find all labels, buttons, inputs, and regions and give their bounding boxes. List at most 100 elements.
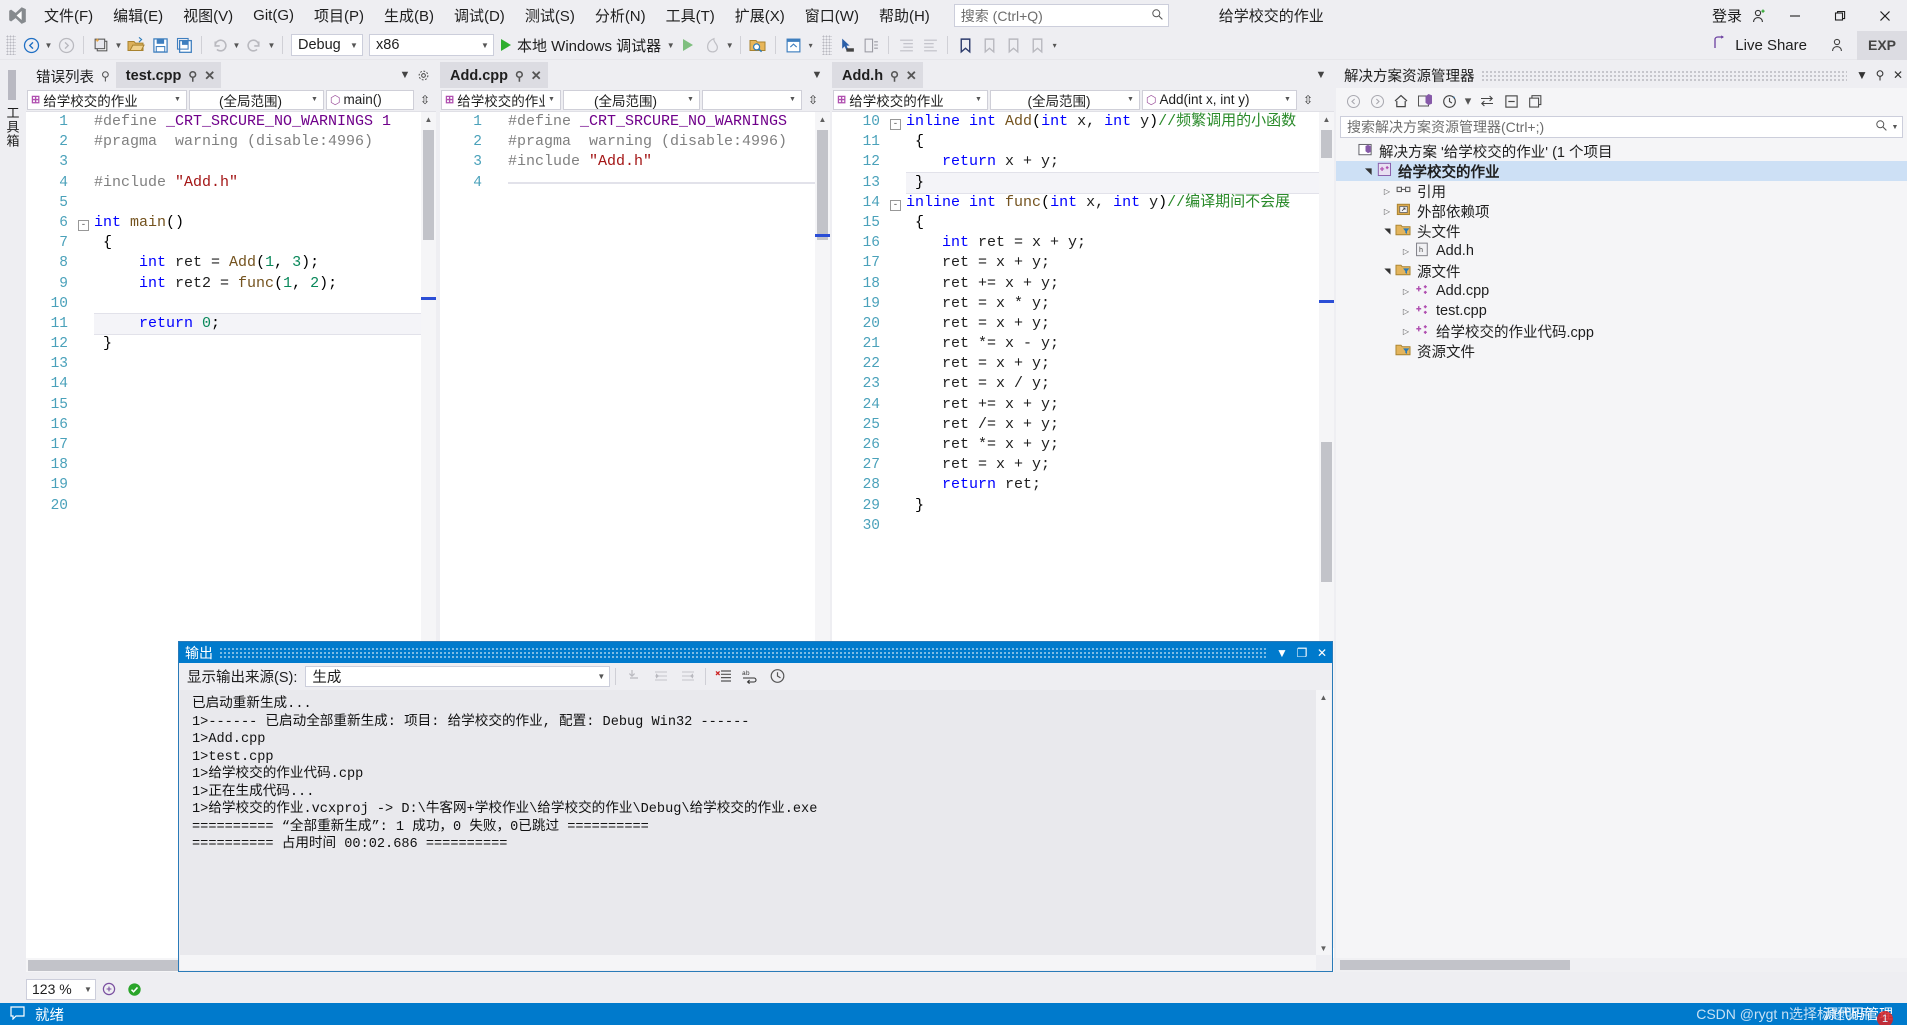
code-line[interactable]: 14- inline int func(int x, int y)//编译期间不会… <box>832 193 1334 213</box>
code-line[interactable]: 11 return 0; <box>26 312 436 336</box>
toggle-timestamp-icon[interactable] <box>765 665 790 687</box>
live-share-button[interactable]: Live Share <box>1706 33 1813 57</box>
solution-tree-item[interactable]: ▷ 引用 <box>1336 181 1907 201</box>
fold-toggle-icon[interactable]: - <box>890 112 906 132</box>
navigate-forward-icon[interactable] <box>54 33 78 57</box>
close-icon[interactable]: ✕ <box>1312 646 1332 660</box>
menu-analyze[interactable]: 分析(N) <box>585 1 656 30</box>
clear-all-icon[interactable] <box>711 665 736 687</box>
chevron-down-icon[interactable]: ◢ <box>1383 224 1392 238</box>
new-project-icon[interactable] <box>89 33 113 57</box>
scroll-up-icon[interactable]: ▲ <box>1319 112 1334 127</box>
nav-scope-combo-mid[interactable]: (全局范围) ▼ <box>563 89 700 110</box>
menu-file[interactable]: 文件(F) <box>34 1 103 30</box>
sync-icon[interactable] <box>1476 90 1498 112</box>
nav-scope-combo-left[interactable]: (全局范围) ▼ <box>189 89 324 110</box>
outdent-icon[interactable] <box>918 33 942 57</box>
previous-message-icon[interactable] <box>648 665 673 687</box>
start-without-debug-icon[interactable] <box>676 33 700 57</box>
menu-tools[interactable]: 工具(T) <box>656 1 725 30</box>
code-line[interactable]: 17 ret = x + y; <box>832 253 1334 273</box>
code-line[interactable]: 19 <box>26 475 436 495</box>
solution-tree-item[interactable]: ◢ 头文件 <box>1336 221 1907 241</box>
home-icon[interactable] <box>1390 90 1412 112</box>
code-line[interactable]: 23 ret = x / y; <box>832 374 1334 394</box>
output-window-text[interactable]: 已启动重新生成... 1>------ 已启动全部重新生成: 项目: 给学校交的作… <box>180 690 1316 955</box>
menu-help[interactable]: 帮助(H) <box>869 1 940 30</box>
close-icon[interactable]: ✕ <box>906 68 917 84</box>
save-all-icon[interactable] <box>172 33 196 57</box>
solution-tree-item[interactable]: ◢ 给学校交的作业 <box>1336 161 1907 181</box>
hot-reload-icon[interactable] <box>700 33 724 57</box>
code-line[interactable]: 3 #include "Add.h" <box>440 152 830 172</box>
chevron-down-icon[interactable]: ◢ <box>1364 164 1373 178</box>
close-icon[interactable]: ✕ <box>204 68 215 84</box>
navigate-back-icon[interactable] <box>19 33 43 57</box>
toolbox-vertical-tab[interactable]: 工具箱 <box>0 62 24 162</box>
solution-tree-item[interactable]: ◢ 源文件 <box>1336 261 1907 281</box>
scroll-up-icon[interactable]: ▲ <box>815 112 830 127</box>
pointer-select-icon[interactable] <box>835 33 859 57</box>
scroll-down-icon[interactable]: ▼ <box>1316 941 1331 955</box>
split-view-icon[interactable]: ⇳ <box>416 93 434 107</box>
pin-icon[interactable]: ⚲ <box>1871 63 1889 87</box>
menu-edit[interactable]: 编辑(E) <box>103 1 173 30</box>
menu-project[interactable]: 项目(P) <box>304 1 374 30</box>
solution-explorer-hscrollbar[interactable] <box>1336 958 1907 972</box>
code-line[interactable]: 18 <box>26 455 436 475</box>
code-line[interactable]: 14 <box>26 374 436 394</box>
code-line[interactable]: 12 } <box>26 334 436 354</box>
menu-test[interactable]: 测试(S) <box>515 1 585 30</box>
account-icon[interactable] <box>1746 8 1772 24</box>
find-in-files-icon[interactable] <box>746 33 770 57</box>
close-button[interactable] <box>1862 0 1907 31</box>
chevron-down-icon[interactable]: ▼ <box>1853 63 1871 87</box>
menu-build[interactable]: 生成(B) <box>374 1 444 30</box>
solution-tree-item[interactable]: 解决方案 '给学校交的作业' (1 个项目 <box>1336 141 1907 161</box>
code-line[interactable]: 15 <box>26 395 436 415</box>
code-line[interactable]: 24 ret += x + y; <box>832 395 1334 415</box>
code-line[interactable]: 17 <box>26 435 436 455</box>
scroll-up-icon[interactable]: ▲ <box>421 112 436 127</box>
pending-changes-icon[interactable] <box>1438 90 1460 112</box>
pin-icon[interactable]: ⚲ <box>101 69 110 83</box>
toggle-word-wrap-icon[interactable]: ab <box>738 665 763 687</box>
code-line[interactable]: 28 return ret; <box>832 475 1334 495</box>
nav-project-combo-mid[interactable]: ⊞ 给学校交的作业 ▼ <box>441 89 561 110</box>
menu-window[interactable]: 窗口(W) <box>795 1 869 30</box>
code-line[interactable]: 19 ret = x * y; <box>832 294 1334 314</box>
nav-project-combo-left[interactable]: ⊞ 给学校交的作业 ▼ <box>27 89 187 110</box>
new-project-dropdown-icon[interactable]: ▼ <box>113 33 124 57</box>
solution-tree-item[interactable]: ▷ 外部依赖项 <box>1336 201 1907 221</box>
code-line[interactable]: 21 ret *= x - y; <box>832 334 1334 354</box>
chevron-right-icon[interactable]: ▷ <box>1399 287 1413 296</box>
collapse-all-icon[interactable] <box>1500 90 1522 112</box>
code-line[interactable]: 9 int ret2 = func(1, 2); <box>26 274 436 294</box>
chevron-right-icon[interactable]: ▷ <box>1380 187 1394 196</box>
solution-tree-item[interactable]: ▷ test.cpp <box>1336 301 1907 321</box>
close-icon[interactable]: ✕ <box>1889 63 1907 87</box>
solution-tree-item[interactable]: ▷ h Add.h <box>1336 241 1907 261</box>
toolbar-grip[interactable] <box>822 35 833 55</box>
solution-explorer-tree[interactable]: 解决方案 '给学校交的作业' (1 个项目 ◢ 给学校交的作业 ▷ 引用 ▷ 外部依赖项 ◢ 头… <box>1336 141 1907 361</box>
split-view-icon[interactable]: ⇳ <box>804 93 822 107</box>
pin-icon[interactable]: ⚲ <box>515 69 524 83</box>
code-line[interactable]: 4 <box>440 173 830 193</box>
nav-scope-combo-right[interactable]: (全局范围) ▼ <box>990 89 1140 110</box>
code-line[interactable]: 2 #pragma warning (disable:4996) <box>440 132 830 152</box>
search-options-dropdown-icon[interactable]: ▼ <box>1890 124 1900 131</box>
code-line[interactable]: 22 ret = x + y; <box>832 354 1334 374</box>
code-line[interactable]: 5 <box>26 193 436 213</box>
navigate-back-dropdown-icon[interactable]: ▼ <box>43 33 54 57</box>
code-line[interactable]: 30 <box>832 516 1334 536</box>
solution-tree-item[interactable]: ▷ 给学校交的作业代码.cpp <box>1336 321 1907 341</box>
tab-error-list[interactable]: 错误列表 ⚲ <box>26 62 116 88</box>
bookmark-prev-icon[interactable] <box>977 33 1001 57</box>
chevron-down-icon[interactable]: ▾ <box>1462 90 1474 112</box>
redo-dropdown-icon[interactable]: ▼ <box>266 33 277 57</box>
tab-add-h[interactable]: Add.h ⚲ ✕ <box>832 62 923 88</box>
global-search-input[interactable]: 搜索 (Ctrl+Q) <box>953 4 1169 27</box>
code-line[interactable]: 12 return x + y; <box>832 152 1334 172</box>
code-line[interactable]: 18 ret += x + y; <box>832 274 1334 294</box>
forward-icon[interactable] <box>1366 90 1388 112</box>
